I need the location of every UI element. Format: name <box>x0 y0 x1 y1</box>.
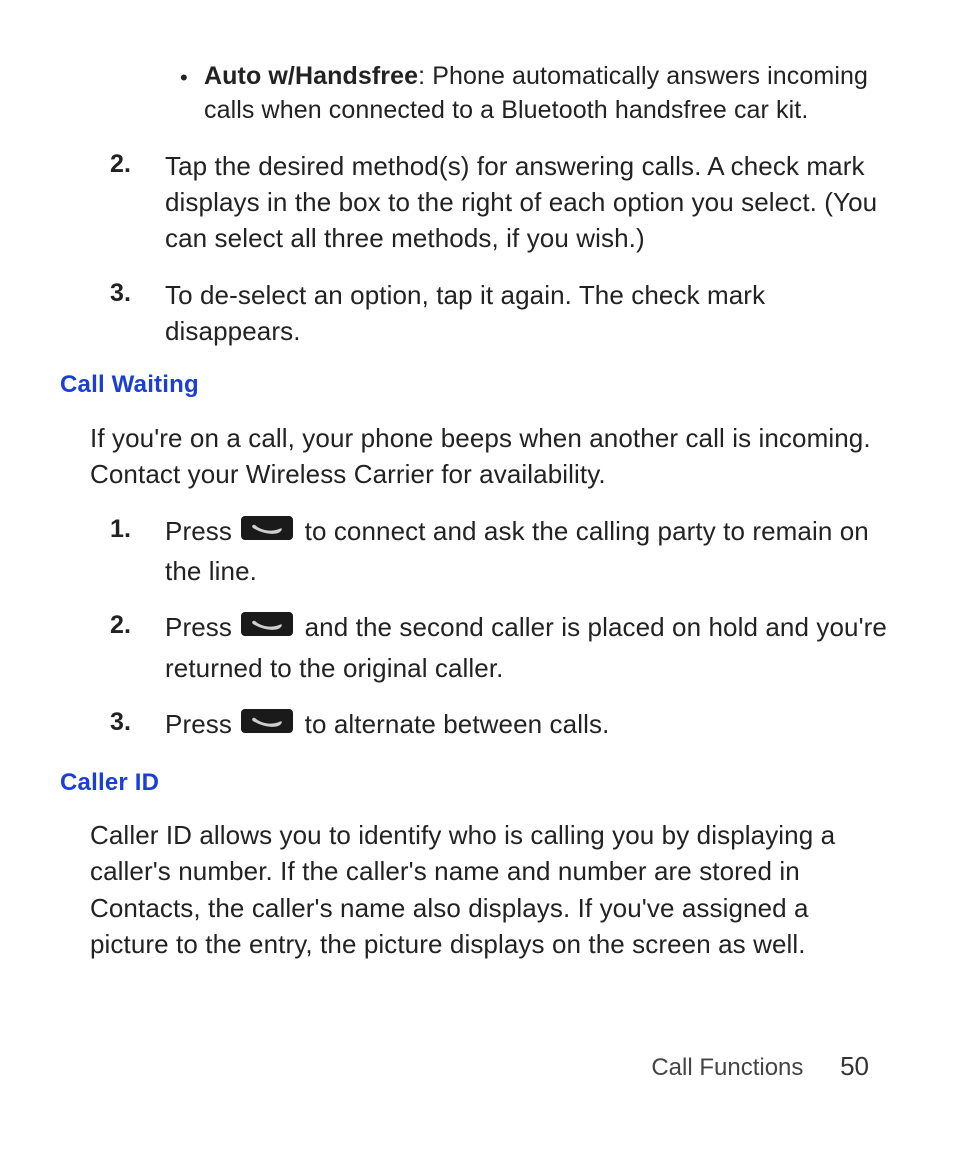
step-text: Press to alternate between calls. <box>165 706 894 746</box>
text-pre: Press <box>165 516 239 546</box>
page-content: • Auto w/Handsfree: Phone automatically … <box>60 60 894 963</box>
manual-page: • Auto w/Handsfree: Phone automatically … <box>0 0 954 1172</box>
bullet-text: Auto w/Handsfree: Phone automatically an… <box>204 60 894 128</box>
step-text: Press to connect and ask the calling par… <box>165 513 894 590</box>
step-number: 1. <box>110 513 165 547</box>
bullet-item-auto-handsfree: • Auto w/Handsfree: Phone automatically … <box>180 60 894 128</box>
cw-step-1: 1. Press to connect and ask the calling … <box>110 513 894 590</box>
heading-caller-id: Caller ID <box>60 767 894 799</box>
cw-step-3: 3. Press to alternate between calls. <box>110 706 894 746</box>
footer-section: Call Functions <box>651 1054 803 1081</box>
step-number: 2. <box>110 609 165 643</box>
text-pre: Press <box>165 612 239 642</box>
caller-id-body: Caller ID allows you to identify who is … <box>90 817 894 963</box>
bullet-marker: • <box>180 60 204 94</box>
step-text: Press and the second caller is placed on… <box>165 609 894 686</box>
text-pre: Press <box>165 709 239 739</box>
step-number: 2. <box>110 148 165 182</box>
bullet-title: Auto w/Handsfree <box>204 62 418 90</box>
page-number: 50 <box>840 1051 869 1082</box>
step-number: 3. <box>110 706 165 740</box>
heading-call-waiting: Call Waiting <box>60 369 894 401</box>
phone-key-icon <box>241 513 293 549</box>
page-footer: Call Functions 50 <box>651 1051 869 1082</box>
step-text: To de-select an option, tap it again. Th… <box>165 277 894 350</box>
cw-step-2: 2. Press and the second caller is placed… <box>110 609 894 686</box>
phone-key-icon <box>241 706 293 742</box>
step-text: Tap the desired method(s) for answering … <box>165 148 894 257</box>
phone-key-icon <box>241 609 293 645</box>
call-waiting-intro: If you're on a call, your phone beeps wh… <box>90 420 894 493</box>
step-2: 2. Tap the desired method(s) for answeri… <box>110 148 894 257</box>
text-post: to alternate between calls. <box>305 709 610 739</box>
step-3: 3. To de-select an option, tap it again.… <box>110 277 894 350</box>
step-number: 3. <box>110 277 165 311</box>
